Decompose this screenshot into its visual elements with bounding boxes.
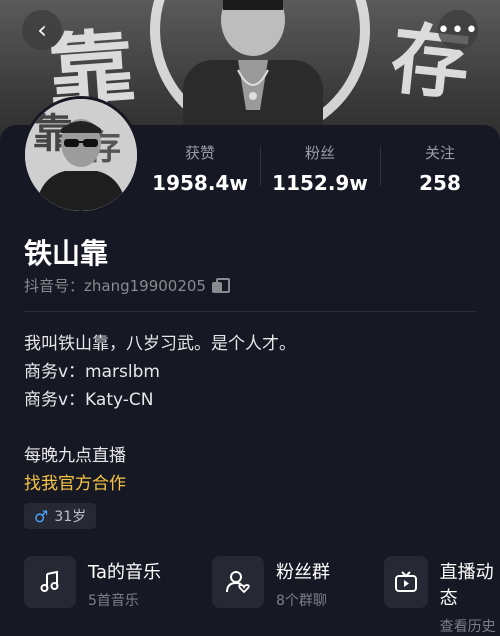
avatar-image: 靠 存 xyxy=(25,99,137,211)
official-cooperation-link[interactable]: 找我官方合作 xyxy=(24,470,296,498)
user-id: 抖音号：zhang19900205 xyxy=(24,277,206,295)
user-id-row: 抖音号：zhang19900205 xyxy=(24,275,230,296)
divider xyxy=(24,311,476,312)
copy-icon[interactable] xyxy=(211,277,230,294)
profile-bio: 我叫铁山靠，八岁习武。是个人才。 商务v：marslbm 商务v：Katy-CN… xyxy=(24,330,296,498)
male-icon: ♂ xyxy=(34,506,49,526)
live-card-title: 直播动态 xyxy=(439,562,494,609)
age-label: 31岁 xyxy=(54,509,87,525)
fan-group-icon xyxy=(212,556,264,608)
back-button[interactable]: ‹ xyxy=(22,10,62,50)
more-options-button[interactable]: ••• xyxy=(437,10,479,50)
feature-cards: Ta的音乐 5首音乐 粉丝群 8个群聊 直播动态 查看历史 xyxy=(24,556,500,635)
bio-spacer xyxy=(24,414,296,442)
stat-label: 关注 xyxy=(424,144,455,162)
more-dots-icon: ••• xyxy=(437,17,479,43)
fan-group-card-sub: 8个群聊 xyxy=(276,593,327,609)
live-card[interactable]: 直播动态 查看历史 xyxy=(384,556,500,636)
live-tv-icon xyxy=(384,556,428,608)
stat-value: 1152.9w xyxy=(272,171,368,195)
music-card-title: Ta的音乐 xyxy=(88,562,162,583)
stat-likes[interactable]: 获赞 1958.4w xyxy=(140,140,260,200)
music-card-sub: 5首音乐 xyxy=(88,593,139,609)
bio-line: 我叫铁山靠，八岁习武。是个人才。 xyxy=(24,334,296,354)
stats-bar: 获赞 1958.4w 粉丝 1152.9w 关注 258 xyxy=(140,140,500,200)
stat-label: 获赞 xyxy=(184,144,215,162)
chevron-left-icon: ‹ xyxy=(37,16,47,44)
stat-value: 1958.4w xyxy=(152,171,248,195)
bio-line: 每晚九点直播 xyxy=(24,446,126,466)
music-note-icon xyxy=(24,556,76,608)
fan-group-card-title: 粉丝群 xyxy=(276,562,330,583)
bio-line: 商务v：marslbm xyxy=(24,362,160,382)
stat-followers[interactable]: 粉丝 1152.9w xyxy=(260,140,380,200)
profile-name: 铁山靠 xyxy=(24,237,109,270)
gender-age-tag: ♂ 31岁 xyxy=(24,503,97,529)
fan-group-card[interactable]: 粉丝群 8个群聊 xyxy=(212,556,330,610)
avatar[interactable]: 靠 存 xyxy=(22,96,140,214)
stat-value: 258 xyxy=(419,171,461,195)
live-card-sub: 查看历史 xyxy=(439,619,496,635)
bio-line: 商务v：Katy-CN xyxy=(24,390,154,410)
stat-label: 粉丝 xyxy=(304,144,335,162)
music-card[interactable]: Ta的音乐 5首音乐 xyxy=(24,556,161,610)
stat-following[interactable]: 关注 258 xyxy=(380,140,500,200)
